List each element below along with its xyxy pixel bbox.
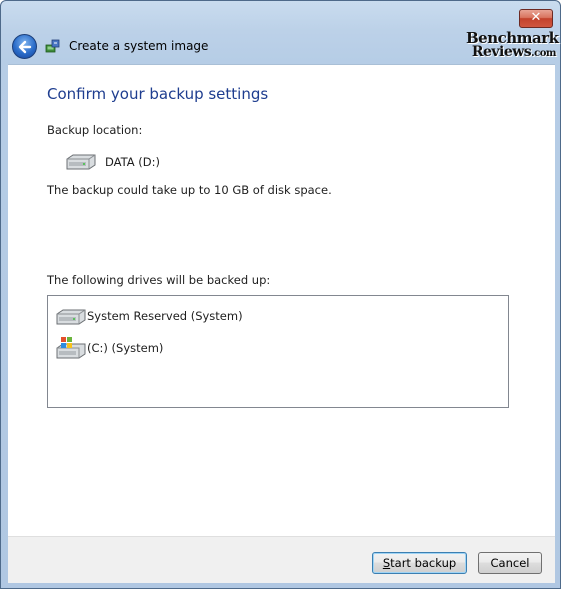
dialog-footer: Start backup Cancel [8, 536, 555, 583]
watermark-logo: Benchmark Reviews.com [466, 29, 559, 61]
watermark-line1: Benchmark [466, 29, 559, 47]
list-item[interactable]: (C:) (System) [52, 336, 502, 362]
start-backup-button[interactable]: Start backup [372, 552, 467, 574]
backup-location-drive: DATA (D:) [105, 155, 160, 169]
drives-list-label: The following drives will be backed up: [47, 273, 271, 287]
list-item[interactable]: System Reserved (System) [52, 304, 502, 330]
drive-label: (C:) (System) [87, 341, 164, 355]
window-frame: ✕ Create a system image Benchmark Review… [0, 0, 561, 589]
drive-label: System Reserved (System) [87, 309, 243, 323]
window-title: Create a system image [69, 39, 209, 53]
watermark-line2: Reviews.com [471, 44, 557, 60]
page-heading: Confirm your backup settings [47, 85, 269, 103]
backup-icon [45, 39, 60, 53]
main-content: Confirm your backup settings Backup loca… [8, 64, 555, 536]
navigation-bar: Create a system image Benchmark Reviews.… [8, 29, 559, 65]
backup-location-label: Backup location: [47, 123, 143, 137]
windows-drive-icon [56, 337, 86, 359]
close-button[interactable]: ✕ [519, 9, 553, 28]
drives-list[interactable]: System Reserved (System) (C:) (System) [47, 295, 509, 408]
back-button[interactable] [12, 34, 37, 59]
hard-drive-icon [56, 309, 86, 325]
back-arrow-icon [18, 40, 32, 54]
hard-drive-icon [66, 154, 96, 170]
disk-space-notice: The backup could take up to 10 GB of dis… [47, 183, 332, 197]
cancel-button[interactable]: Cancel [478, 552, 542, 574]
